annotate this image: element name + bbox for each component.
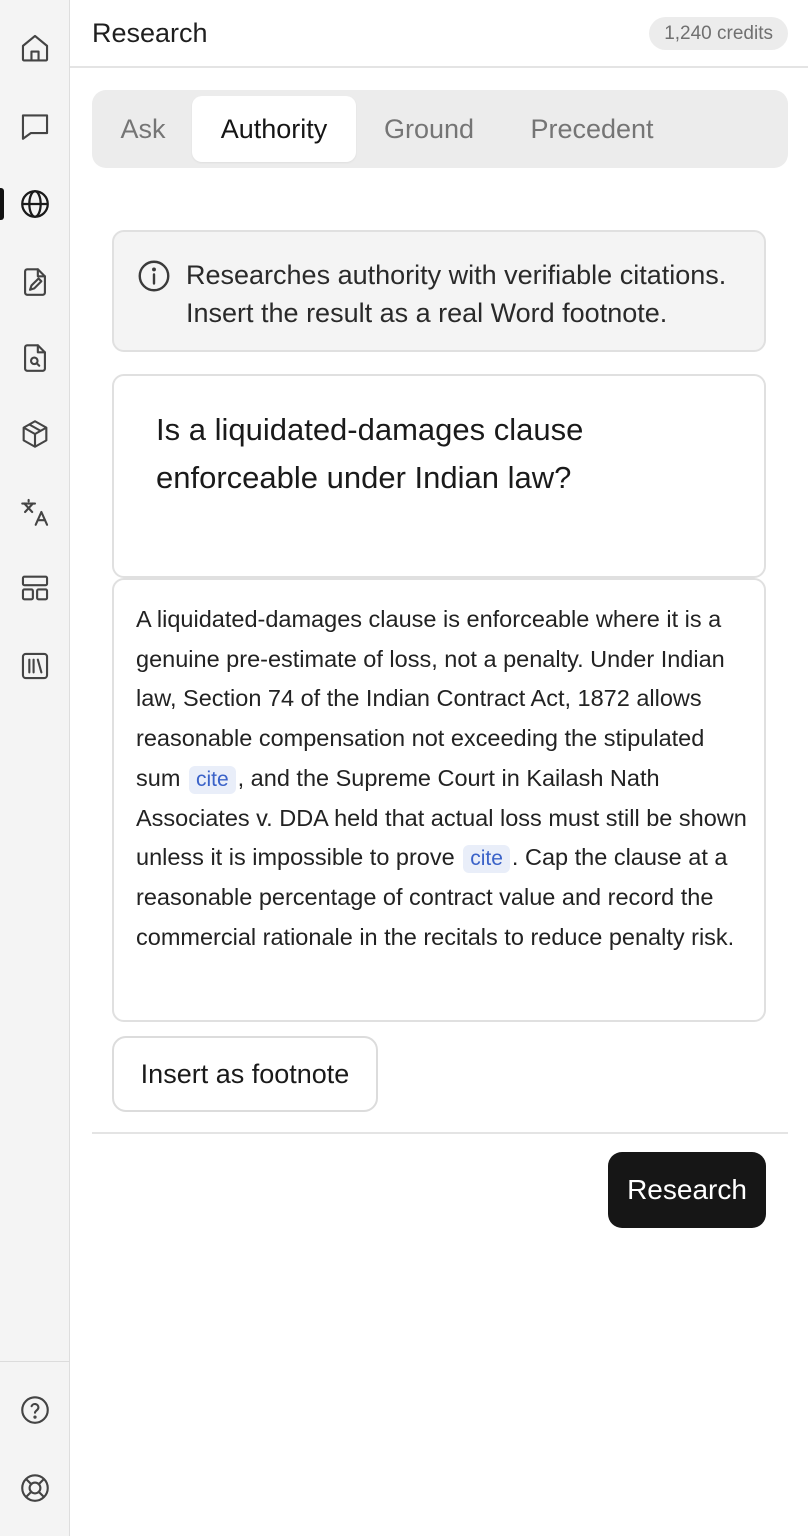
file-pen-icon xyxy=(24,268,46,296)
panel-header: Research 1,240 credits xyxy=(70,0,808,68)
sidebar-item-chat[interactable] xyxy=(0,98,70,154)
sidebar-item-extract[interactable] xyxy=(0,406,70,462)
file-search-icon xyxy=(24,344,46,372)
info-callout: Researches authority with verifiable cit… xyxy=(112,230,766,352)
library-icon xyxy=(21,652,49,680)
rail-divider xyxy=(0,1361,70,1362)
answer-text-part-1: A liquidated-damages clause is enforceab… xyxy=(136,606,725,791)
answer-panel: A liquidated-damages clause is enforceab… xyxy=(112,578,766,1022)
mode-tabs: Ask Authority Ground Precedent xyxy=(92,90,788,168)
sidebar-item-translate[interactable] xyxy=(0,484,70,540)
citation-chip[interactable]: cite xyxy=(463,845,510,874)
life-buoy-icon xyxy=(21,1474,49,1502)
tab-ground[interactable]: Ground xyxy=(364,96,494,162)
sidebar-item-review[interactable] xyxy=(0,330,70,386)
tab-ask[interactable]: Ask xyxy=(100,96,186,162)
help-circle-icon xyxy=(21,1396,49,1424)
research-button[interactable]: Research xyxy=(608,1152,766,1228)
divider xyxy=(92,1132,788,1134)
query-input[interactable]: Is a liquidated-damages clause enforceab… xyxy=(112,374,766,578)
info-text: Researches authority with verifiable cit… xyxy=(186,260,727,328)
layout-icon xyxy=(21,575,49,601)
tab-authority[interactable]: Authority xyxy=(192,96,356,162)
globe-icon xyxy=(21,190,49,218)
citation-chip[interactable]: cite xyxy=(188,765,236,794)
sidebar-item-support[interactable] xyxy=(0,1460,70,1516)
sidebar-item-research[interactable] xyxy=(0,176,70,232)
query-text: Is a liquidated-damages clause enforceab… xyxy=(156,412,584,495)
credits-badge: 1,240 credits xyxy=(649,17,788,50)
tab-precedent[interactable]: Precedent xyxy=(510,96,674,162)
sidebar-item-home[interactable] xyxy=(0,20,70,76)
sidebar-item-library[interactable] xyxy=(0,638,70,694)
chat-icon xyxy=(21,114,49,140)
active-indicator xyxy=(0,188,4,220)
sidebar-item-draft[interactable] xyxy=(0,254,70,310)
box-icon xyxy=(22,420,48,448)
insert-footnote-button[interactable]: Insert as footnote xyxy=(112,1036,378,1112)
sidebar-rail xyxy=(0,0,70,1536)
answer-text: A liquidated-damages clause is enforceab… xyxy=(136,600,748,957)
sidebar-item-templates[interactable] xyxy=(0,560,70,616)
home-icon xyxy=(21,34,49,62)
sidebar-item-help[interactable] xyxy=(0,1382,70,1438)
translate-icon xyxy=(21,498,49,526)
page-title: Research xyxy=(92,18,208,48)
info-icon xyxy=(138,260,170,292)
